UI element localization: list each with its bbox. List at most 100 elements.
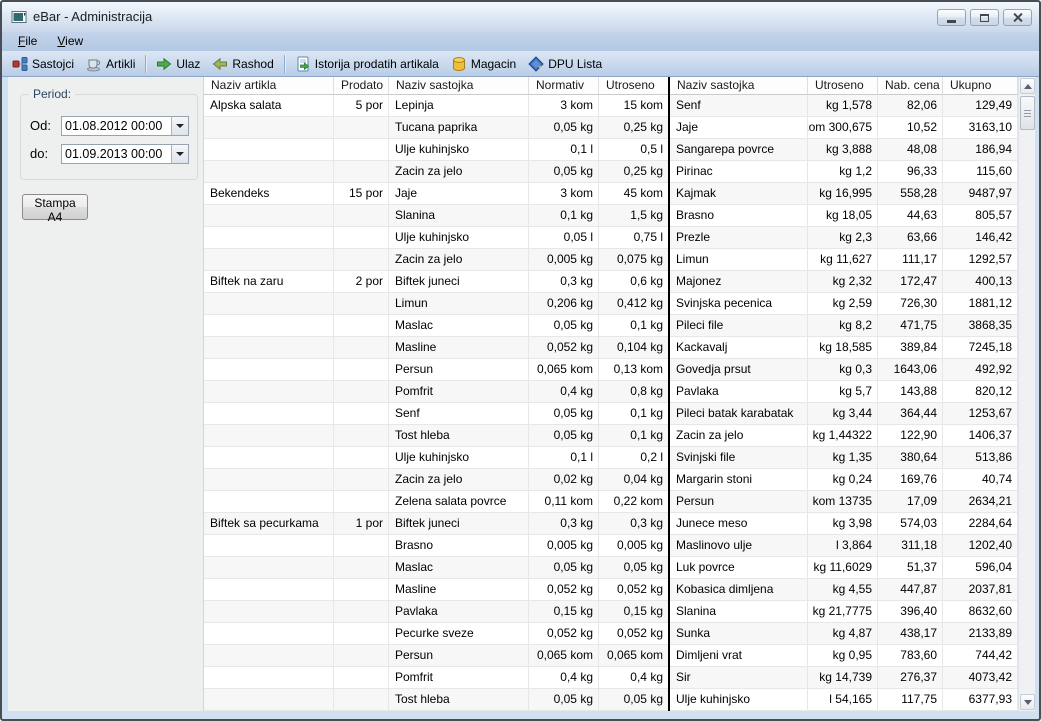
table-row[interactable]: Pomfrit0,4 kg0,4 kg [204,667,668,689]
table-row[interactable]: Masline0,052 kg0,104 kg [204,337,668,359]
close-button[interactable] [1003,9,1032,26]
table-row[interactable]: Biftek na zaru2 porBiftek juneci0,3 kg0,… [204,271,668,293]
date-to-combo[interactable]: 01.09.2013 00:00 [61,144,189,164]
toolbar-button-artikli[interactable]: Artikli [80,54,141,74]
table-cell [334,645,389,667]
table-row[interactable]: Ulje kuhinjsko0,05 l0,75 l [204,227,668,249]
scroll-down-button[interactable] [1020,694,1035,710]
table-row[interactable]: Pavlaka0,15 kg0,15 kg [204,601,668,623]
column-header-normativ[interactable]: Normativ [529,77,599,95]
table-row[interactable]: Pavlaka5,7 kg143,88820,12 [670,381,1018,403]
minimize-button[interactable] [937,9,966,26]
table-row[interactable]: Bekendeks15 porJaje3 kom45 kom [204,183,668,205]
table-row[interactable]: Svinjski file1,35 kg380,64513,86 [670,447,1018,469]
table-row[interactable]: Junece meso3,98 kg574,032284,64 [670,513,1018,535]
table-cell: Pavlaka [670,381,808,403]
menu-view[interactable]: View [49,33,91,50]
table-row[interactable]: Sangarepa povrce3,888 kg48,08186,94 [670,139,1018,161]
scroll-up-button[interactable] [1020,78,1035,94]
table-row[interactable]: Ulje kuhinjsko0,1 l0,5 l [204,139,668,161]
date-to-dropdown-button[interactable] [171,145,188,163]
table-row[interactable]: Slanina21,7775 kg396,408632,60 [670,601,1018,623]
table-row[interactable]: Tost hleba0,05 kg0,1 kg [204,425,668,447]
date-from-combo[interactable]: 01.08.2012 00:00 [61,116,189,136]
table-row[interactable]: Jaje300,675 kom10,523163,10 [670,117,1018,139]
table-row[interactable]: Pileci batak karabatak3,44 kg364,441253,… [670,403,1018,425]
column-header-naziv-sastojka[interactable]: Naziv sastojka [670,77,808,95]
column-header-naziv-sastojka[interactable]: Naziv sastojka [389,77,529,95]
table-row[interactable]: Pecurke sveze0,052 kg0,052 kg [204,623,668,645]
table-row[interactable]: Govedja prsut0,3 kg1643,06492,92 [670,359,1018,381]
table-cell: 5,7 kg [808,381,878,403]
table-row[interactable]: Ulje kuhinjsko0,1 l0,2 l [204,447,668,469]
table-row[interactable]: Zacin za jelo0,02 kg0,04 kg [204,469,668,491]
table-row[interactable]: Persun0,065 kom0,065 kom [204,645,668,667]
table-row[interactable]: Senf1,578 kg82,06129,49 [670,95,1018,117]
table-row[interactable]: Limun11,627 kg111,171292,57 [670,249,1018,271]
table-row[interactable]: Sunka4,87 kg438,172133,89 [670,623,1018,645]
toolbar-button-label: Magacin [471,57,516,71]
table-row[interactable]: Limun0,206 kg0,412 kg [204,293,668,315]
column-header-prodato[interactable]: Prodato [334,77,389,95]
column-header-utroseno[interactable]: Utroseno [808,77,878,95]
table-row[interactable]: Zacin za jelo1,44322 kg122,901406,37 [670,425,1018,447]
table-row[interactable]: Pomfrit0,4 kg0,8 kg [204,381,668,403]
toolbar-button-dpu-lista[interactable]: DPU Lista [522,54,608,74]
table-row[interactable]: Slanina0,1 kg1,5 kg [204,205,668,227]
scrollbar-thumb[interactable] [1020,96,1035,130]
table-row[interactable]: Senf0,05 kg0,1 kg [204,403,668,425]
column-header-ukupno[interactable]: Ukupno [943,77,1018,95]
table-row[interactable]: Kajmak16,995 kg558,289487,97 [670,183,1018,205]
table-cell: 44,63 [878,205,943,227]
date-from-dropdown-button[interactable] [171,117,188,135]
table-row[interactable]: Persun0,065 kom0,13 kom [204,359,668,381]
vertical-scrollbar[interactable] [1018,77,1035,711]
title-bar[interactable]: eBar - Administracija [2,2,1039,32]
maximize-button[interactable] [970,9,999,26]
window-title: eBar - Administracija [33,9,152,24]
table-row[interactable]: Zelena salata povrce0,11 kom0,22 kom [204,491,668,513]
table-row[interactable]: Ulje kuhinjsko54,165 l117,756377,93 [670,689,1018,711]
table-row[interactable]: Kackavalj18,585 kg389,847245,18 [670,337,1018,359]
table-row[interactable]: Kobasica dimljena4,55 kg447,872037,81 [670,579,1018,601]
table-row[interactable]: Tost hleba0,05 kg0,05 kg [204,689,668,711]
table-row[interactable]: Margarin stoni0,24 kg169,7640,74 [670,469,1018,491]
table-row[interactable]: Maslinovo ulje3,864 l311,181202,40 [670,535,1018,557]
toolbar-button-magacin[interactable]: Magacin [445,54,522,74]
toolbar-button-istorija[interactable]: Istorija prodatih artikala [289,54,445,74]
table-row[interactable]: Maslac0,05 kg0,1 kg [204,315,668,337]
table-row[interactable]: Tucana paprika0,05 kg0,25 kg [204,117,668,139]
table-row[interactable]: Majonez2,32 kg172,47400,13 [670,271,1018,293]
table-cell: 0,052 kg [529,579,599,601]
toolbar-button-ulaz[interactable]: Ulaz [150,54,206,74]
column-header-nab-cena[interactable]: Nab. cena [878,77,943,95]
toolbar-button-rashod[interactable]: Rashod [206,54,279,74]
table-cell: 0,24 kg [808,469,878,491]
table-row[interactable]: Brasno18,05 kg44,63805,57 [670,205,1018,227]
table-row[interactable]: Dimljeni vrat0,95 kg783,60744,42 [670,645,1018,667]
table-cell [334,425,389,447]
menu-file[interactable]: File [10,33,45,50]
table-row[interactable]: Zacin za jelo0,005 kg0,075 kg [204,249,668,271]
table-row[interactable]: Maslac0,05 kg0,05 kg [204,557,668,579]
table-row[interactable]: Svinjska pecenica2,59 kg726,301881,12 [670,293,1018,315]
table-cell: Limun [389,293,529,315]
column-header-utroseno[interactable]: Utroseno [599,77,668,95]
table-row[interactable]: Alpska salata5 porLepinja3 kom15 kom [204,95,668,117]
table-row[interactable]: Sir14,739 kg276,374073,42 [670,667,1018,689]
table-row[interactable]: Pileci file8,2 kg471,753868,35 [670,315,1018,337]
date-from-label: Od: [30,118,51,133]
table-row[interactable]: Biftek sa pecurkama1 porBiftek juneci0,3… [204,513,668,535]
table-cell: Kajmak [670,183,808,205]
table-row[interactable]: Pirinac1,2 kg96,33115,60 [670,161,1018,183]
table-row[interactable]: Zacin za jelo0,05 kg0,25 kg [204,161,668,183]
stampa-a4-button[interactable]: Stampa A4 [22,194,88,220]
column-header-naziv-artikla[interactable]: Naziv artikla [204,77,334,95]
toolbar-button-sastojci[interactable]: Sastojci [6,54,80,74]
table-row[interactable]: Persun13735 kom17,092634,21 [670,491,1018,513]
table-row[interactable]: Prezle2,3 kg63,66146,42 [670,227,1018,249]
table-row[interactable]: Brasno0,005 kg0,005 kg [204,535,668,557]
table-row[interactable]: Masline0,052 kg0,052 kg [204,579,668,601]
table-row[interactable]: Luk povrce11,6029 kg51,37596,04 [670,557,1018,579]
table-cell: 2284,64 [943,513,1018,535]
